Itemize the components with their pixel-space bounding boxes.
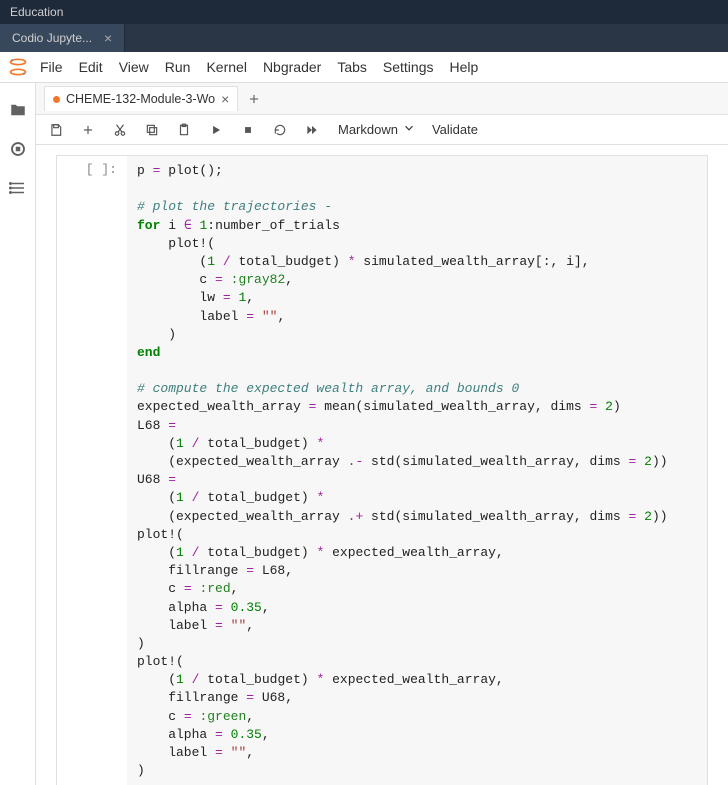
add-tab-button[interactable]	[242, 87, 266, 111]
notebook-tab[interactable]: CHEME-132-Module-3-Wo ×	[44, 86, 238, 111]
menu-edit[interactable]: Edit	[79, 59, 103, 75]
left-rail	[0, 83, 36, 785]
app-header: File Edit View Run Kernel Nbgrader Tabs …	[0, 52, 728, 83]
file-tab-row: CHEME-132-Module-3-Wo ×	[36, 83, 728, 115]
copy-button[interactable]	[142, 120, 162, 140]
paste-button[interactable]	[174, 120, 194, 140]
window-titlebar: Education	[0, 0, 728, 24]
jupyter-logo[interactable]	[0, 57, 36, 77]
close-icon[interactable]: ×	[221, 91, 229, 107]
app-tabbar: Codio Jupyte... ×	[0, 24, 728, 52]
app-tab-label: Codio Jupyte...	[12, 31, 92, 45]
cell-prompt: [ ]:	[57, 156, 127, 785]
validate-button[interactable]: Validate	[432, 122, 478, 137]
menu-view[interactable]: View	[119, 59, 149, 75]
menu-help[interactable]: Help	[449, 59, 478, 75]
cut-button[interactable]	[110, 120, 130, 140]
notebook-toolbar: Markdown Validate	[36, 115, 728, 145]
menubar: File Edit View Run Kernel Nbgrader Tabs …	[36, 59, 478, 75]
menu-run[interactable]: Run	[165, 59, 191, 75]
code-editor[interactable]: p = plot(); # plot the trajectories - fo…	[127, 156, 707, 785]
notebook-tab-label: CHEME-132-Module-3-Wo	[66, 92, 215, 106]
save-button[interactable]	[46, 120, 66, 140]
main-area: CHEME-132-Module-3-Wo × Markdown Validat…	[0, 83, 728, 785]
run-button[interactable]	[206, 120, 226, 140]
menu-settings[interactable]: Settings	[383, 59, 434, 75]
running-icon[interactable]	[9, 140, 27, 161]
app-tab[interactable]: Codio Jupyte... ×	[0, 24, 125, 52]
notebook-body[interactable]: [ ]: p = plot(); # plot the trajectories…	[36, 145, 728, 785]
restart-button[interactable]	[270, 120, 290, 140]
folder-icon[interactable]	[9, 101, 27, 122]
menu-tabs[interactable]: Tabs	[337, 59, 367, 75]
content: CHEME-132-Module-3-Wo × Markdown Validat…	[36, 83, 728, 785]
chevron-down-icon	[402, 121, 416, 138]
cell-type-label: Markdown	[338, 122, 398, 137]
stop-button[interactable]	[238, 120, 258, 140]
close-icon[interactable]: ×	[100, 30, 116, 46]
add-cell-button[interactable]	[78, 120, 98, 140]
toc-icon[interactable]	[9, 179, 27, 200]
menu-kernel[interactable]: Kernel	[206, 59, 246, 75]
code-cell[interactable]: [ ]: p = plot(); # plot the trajectories…	[56, 155, 708, 785]
notebook-dot-icon	[53, 96, 60, 103]
cell-type-select[interactable]: Markdown	[334, 121, 420, 138]
restart-run-all-button[interactable]	[302, 120, 322, 140]
menu-file[interactable]: File	[40, 59, 63, 75]
menu-nbgrader[interactable]: Nbgrader	[263, 59, 321, 75]
window-title: Education	[10, 5, 63, 19]
